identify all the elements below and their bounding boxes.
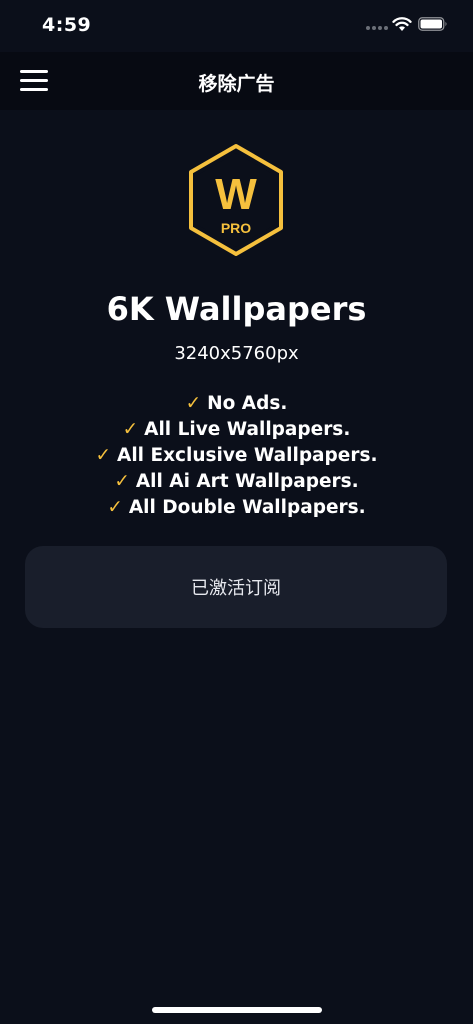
screen: 4:59 移除广告 W PRO 6K Wallpapers 3240x5760p… — [0, 0, 473, 1024]
feature-list: ✓ No Ads. ✓ All Live Wallpapers. ✓ All Excl… — [0, 391, 473, 521]
nav-bar: 移除广告 — [0, 52, 473, 110]
status-time: 4:59 — [42, 14, 92, 36]
app-logo-icon: W PRO — [189, 144, 283, 256]
logo-badge: PRO — [221, 220, 251, 236]
feature-label: No Ads. — [207, 393, 288, 414]
app-title: 6K Wallpapers — [106, 290, 367, 328]
feature-item: ✓ No Ads. — [0, 391, 473, 417]
feature-item: ✓ All Exclusive Wallpapers. — [0, 443, 473, 469]
subscription-status-button[interactable]: 已激活订阅 — [25, 546, 447, 628]
check-icon: ✓ — [122, 419, 139, 440]
check-icon: ✓ — [95, 445, 112, 466]
status-bar: 4:59 — [0, 0, 473, 52]
check-icon: ✓ — [114, 471, 130, 492]
feature-label: All Exclusive Wallpapers. — [117, 445, 378, 466]
resolution-label: 3240x5760px — [174, 343, 299, 364]
home-indicator[interactable] — [152, 1007, 322, 1013]
feature-label: All Double Wallpapers. — [128, 497, 366, 518]
check-icon: ✓ — [185, 393, 202, 414]
check-icon: ✓ — [107, 497, 123, 518]
signal-icon — [366, 26, 388, 30]
feature-item: ✓ All Live Wallpapers. — [0, 417, 473, 443]
feature-label: All Live Wallpapers. — [144, 419, 351, 440]
logo-letter: W — [215, 170, 257, 219]
page-title: 移除广告 — [198, 73, 275, 95]
feature-item: ✓ All Double Wallpapers. — [0, 495, 473, 521]
feature-label: All Ai Art Wallpapers. — [135, 471, 359, 492]
battery-icon — [418, 17, 447, 31]
feature-item: ✓ All Ai Art Wallpapers. — [0, 469, 473, 495]
wifi-icon — [392, 17, 412, 31]
subscription-status-label: 已激活订阅 — [191, 578, 281, 599]
